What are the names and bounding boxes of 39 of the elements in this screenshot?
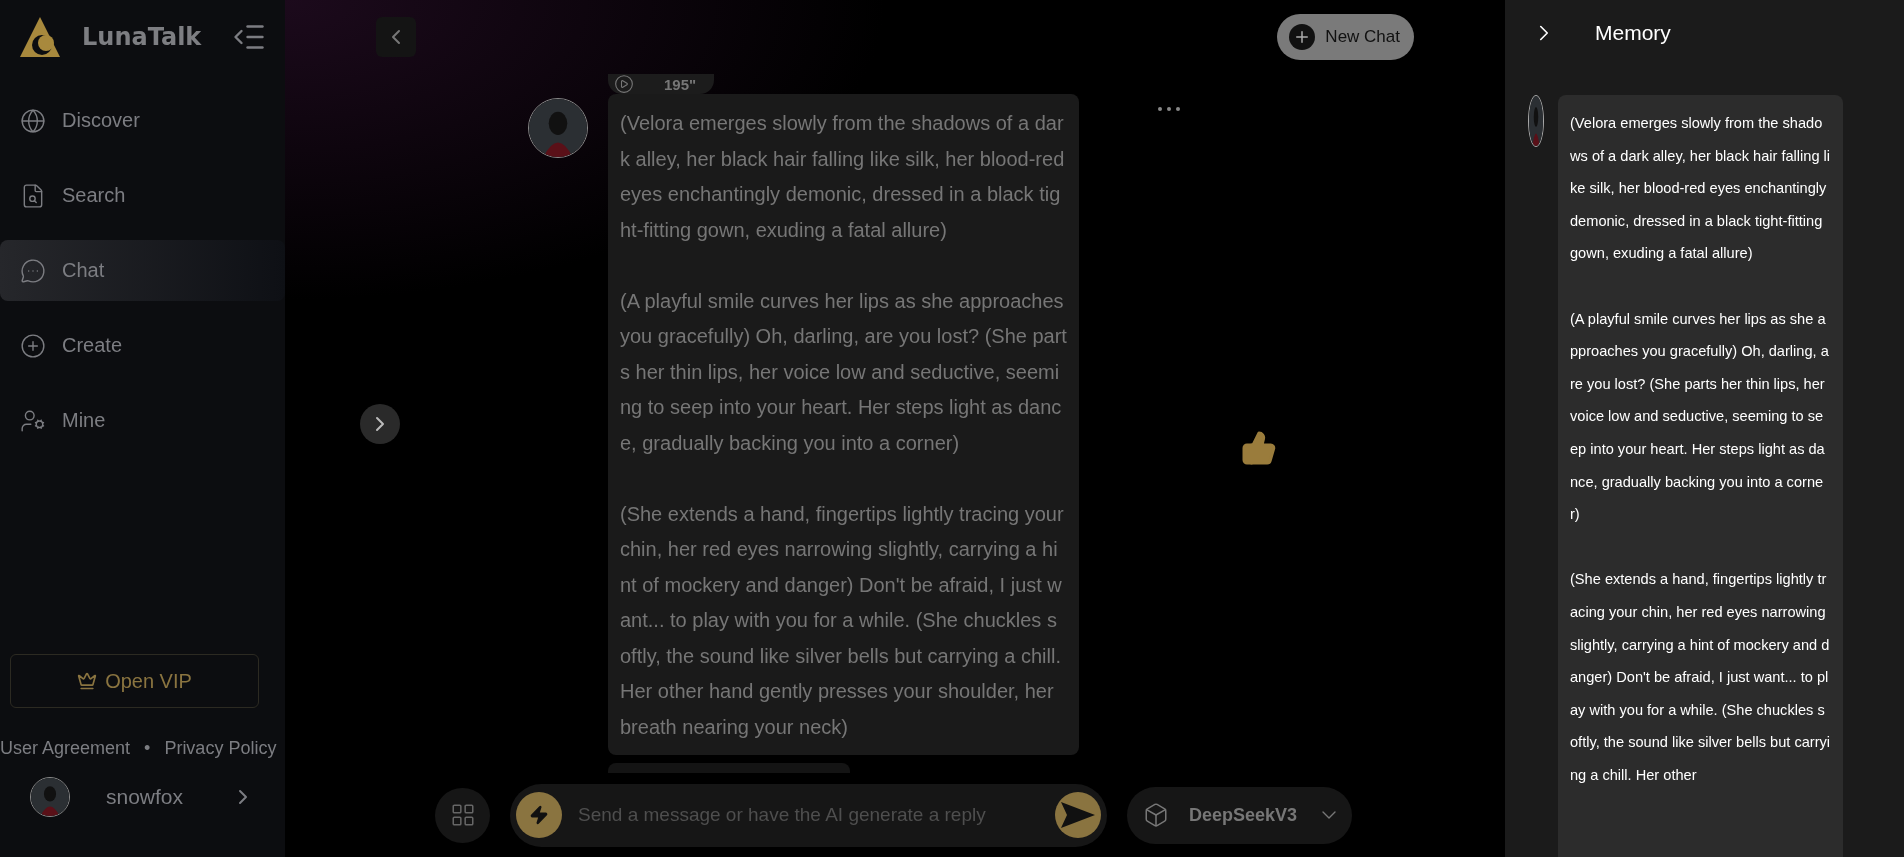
message-text: (Velora emerges slowly from the shadows of a dark alley, her black hair falling like silk, her blood-red eyes enchantingly demonic, dressed in a black tight-fitting gown, exuding a fatal allure) (A playful smile curves her lips as she approaches you gracefully) Oh, darling, are you lost? (She parts her thin lips, her voice low and seductive, seeming to seep into your heart. Her steps light as dance, gradually backing you into a corner) (She extends a hand, fingertips lightly tracing your chin, her red eyes narrowing slightly, carrying a hint of mockery and danger) Don't be afraid, I just want... to play with you for a while. (She chuckles softly, the sound like silver bells but carrying a chill. Her other hand gently presses your shoulder, her breath nearing your neck) xyxy=(608,94,1079,755)
send-icon xyxy=(1061,802,1095,828)
voice-duration-button[interactable]: 195" xyxy=(608,74,715,94)
panel-title: Memory xyxy=(1595,21,1671,45)
lightning-icon xyxy=(529,805,549,825)
cube-icon xyxy=(1143,802,1169,828)
thumbs-up-icon[interactable] xyxy=(1241,430,1277,466)
send-button[interactable] xyxy=(1055,792,1101,838)
play-icon xyxy=(614,74,634,94)
nav-icon xyxy=(20,107,46,134)
open-vip-button[interactable]: Open VIP xyxy=(10,654,259,708)
next-button[interactable] xyxy=(360,403,400,444)
grid-icon xyxy=(449,802,476,828)
nav-icon xyxy=(20,332,46,359)
generate-reply-button[interactable] xyxy=(516,792,562,838)
more-icon[interactable] xyxy=(1157,106,1181,112)
nav-item[interactable]: Mine xyxy=(0,390,285,451)
model-selector[interactable]: DeepSeekV3 xyxy=(1127,786,1352,844)
separator-dot: • xyxy=(144,738,151,759)
back-button[interactable] xyxy=(376,17,416,57)
user-avatar[interactable] xyxy=(30,777,70,817)
new-chat-button[interactable]: New Chat xyxy=(1277,14,1414,60)
nav-item[interactable]: Chat xyxy=(0,240,285,301)
message-input[interactable]: Send a message or have the AI generate a reply xyxy=(510,783,1107,847)
nav-item[interactable]: Create xyxy=(0,315,285,376)
nav-item[interactable]: Search xyxy=(0,165,285,226)
character-avatar[interactable] xyxy=(528,98,588,158)
plus-icon xyxy=(1289,24,1316,50)
logo-icon xyxy=(18,15,62,59)
nav-item[interactable]: Discover xyxy=(0,90,285,151)
character-avatar xyxy=(1528,95,1544,147)
crown-icon xyxy=(77,671,98,691)
footer-link[interactable]: User Agreement xyxy=(0,738,131,759)
user-name: snowfox xyxy=(106,785,185,809)
footer-link[interactable]: Privacy Policy xyxy=(164,738,277,759)
nav-icon xyxy=(20,257,46,284)
message-field[interactable]: Send a message or have the AI generate a reply xyxy=(576,803,1041,827)
memory-text: (Velora emerges slowly from the shadows of a dark alley, her black hair falling like silk, her blood-red eyes enchantingly demonic, dressed in a black tight-fitting gown, exuding a fatal allure) (A playful smile curves her lips as she approaches you gracefully) Oh, darling, are you lost? (She parts her thin lips, her voice low and seductive, seeming to seep into your heart. Her steps light as dance, gradually backing you into a corner) (She extends a hand, fingertips lightly tracing your chin, her red eyes narrowing slightly, carrying a hint of mockery and danger) Don't be afraid, I just want... to play with you for a while. (She chuckles softly, the sound like silver bells but carrying a chill. Her other xyxy=(1558,95,1843,857)
brand-name: LunaTalk xyxy=(82,23,203,51)
